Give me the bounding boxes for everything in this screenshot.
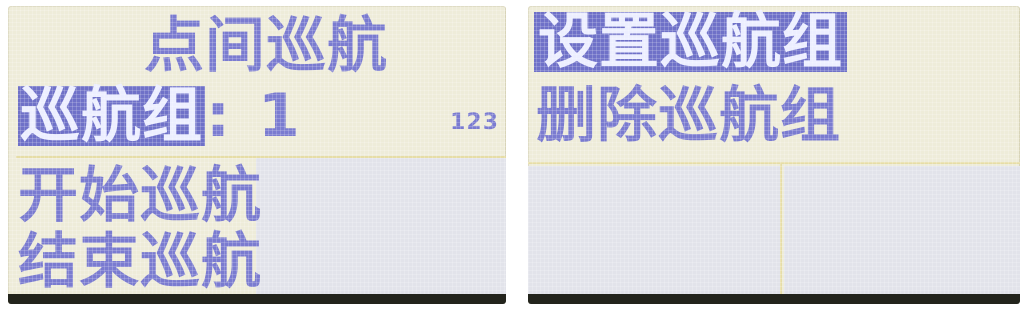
menu-cell-right-lower-left bbox=[528, 166, 780, 304]
screen-bezel bbox=[528, 294, 1020, 304]
cruise-group-separator: : bbox=[206, 81, 231, 151]
cruise-group-label[interactable]: 巡航组 bbox=[18, 86, 205, 146]
input-mode-hint: 123 bbox=[450, 110, 499, 135]
menu-item-delete-cruise-group[interactable]: 删除巡航组 bbox=[536, 86, 841, 146]
menu-divider-vertical bbox=[780, 164, 782, 304]
menu-divider bbox=[528, 162, 1020, 164]
menu-item-start-cruise[interactable]: 开始巡航 bbox=[18, 166, 262, 226]
screen-title: 点间巡航 bbox=[144, 11, 388, 81]
menu-cell-left-lower bbox=[256, 158, 506, 304]
screen-bezel bbox=[8, 294, 506, 304]
menu-item-set-cruise-group[interactable]: 设置巡航组 bbox=[534, 12, 847, 72]
right-lcd-screen: 设置巡航组 删除巡航组 bbox=[528, 6, 1020, 304]
menu-divider bbox=[16, 156, 506, 158]
menu-item-end-cruise[interactable]: 结束巡航 bbox=[18, 232, 262, 292]
menu-cell-right-lower-right bbox=[784, 166, 1020, 304]
cruise-group-value[interactable]: 1 bbox=[258, 86, 301, 146]
left-lcd-screen: 点间巡航 巡航组 : 1 123 开始巡航 结束巡航 bbox=[8, 6, 506, 304]
